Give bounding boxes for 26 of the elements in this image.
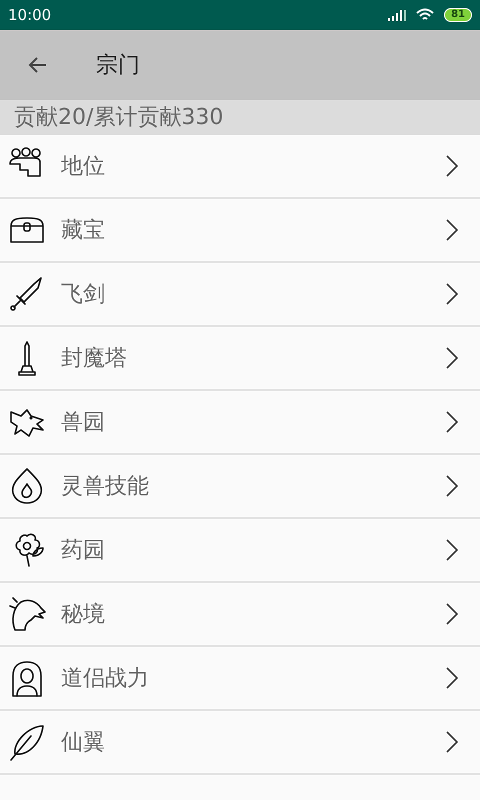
clock-time: 10:00 [8, 6, 52, 24]
menu-label: 兽园 [61, 409, 106, 437]
contribution-summary: 贡献20/累计贡献330 [0, 100, 480, 135]
chevron-right-icon [446, 411, 458, 433]
signal-icon [388, 10, 406, 20]
screen-title: 宗门 [96, 52, 140, 80]
menu-label: 灵兽技能 [61, 473, 150, 501]
menu-label: 道侣战力 [61, 665, 150, 693]
chevron-right-icon [446, 283, 458, 305]
menu-label: 地位 [61, 153, 106, 181]
menu-label: 秘境 [61, 601, 106, 629]
menu-label: 药园 [61, 537, 106, 565]
chevron-right-icon [446, 667, 458, 689]
chevron-right-icon [446, 603, 458, 625]
menu-label: 封魔塔 [61, 345, 128, 373]
chevron-right-icon [446, 539, 458, 561]
battery-indicator: 81 [444, 8, 472, 22]
chevron-right-icon [446, 731, 458, 753]
chevron-right-icon [446, 155, 458, 177]
chevron-right-icon [446, 219, 458, 241]
chevron-right-icon [446, 475, 458, 497]
menu-label: 飞剑 [61, 281, 106, 309]
menu-label: 仙翼 [61, 729, 106, 757]
wifi-icon [416, 8, 434, 22]
menu-label: 藏宝 [61, 217, 106, 245]
chevron-right-icon [446, 347, 458, 369]
